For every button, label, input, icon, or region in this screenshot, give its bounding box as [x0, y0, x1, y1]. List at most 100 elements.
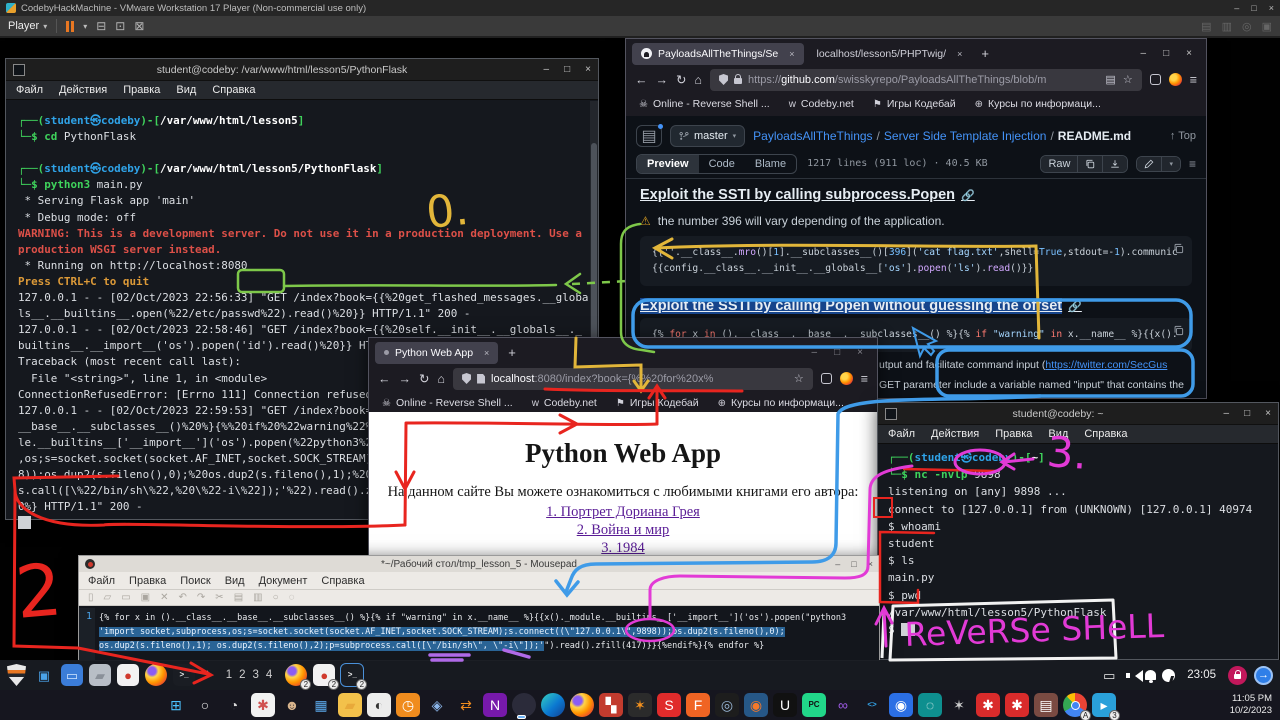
- home-icon[interactable]: ⌂: [694, 73, 702, 87]
- twitter-link[interactable]: https://twitter.com/SecGus: [1045, 359, 1167, 371]
- tab-preview[interactable]: Preview: [637, 155, 699, 173]
- gauge-app-icon[interactable]: ◔: [222, 693, 246, 717]
- hamburger-menu-icon[interactable]: ≡: [1190, 73, 1197, 87]
- scrollbar-thumb[interactable]: [591, 143, 597, 344]
- file-tree-toggle-button[interactable]: ▤: [636, 125, 662, 147]
- screen-lock-icon[interactable]: [1228, 666, 1247, 685]
- blender-icon[interactable]: ◉: [744, 693, 768, 717]
- search-icon[interactable]: ○: [193, 693, 217, 717]
- wc[interactable]: □: [834, 347, 840, 358]
- mp-tool-ic[interactable]: ▱: [104, 592, 112, 603]
- vm-tool-dim[interactable]: ▣: [1262, 20, 1272, 33]
- ws-num[interactable]: 4: [266, 669, 272, 681]
- chevron-up-icon[interactable]: ^: [202, 670, 213, 681]
- tab-python-web-app[interactable]: Python Web App ×: [375, 342, 498, 364]
- home-icon[interactable]: ⌂: [437, 372, 445, 386]
- vscode-icon[interactable]: <>: [860, 693, 884, 717]
- arrows-app-icon[interactable]: ⇄: [454, 693, 478, 717]
- mousepad-titlebar[interactable]: *~/Рабочий стол/tmp_lesson_5 - Mousepad …: [79, 556, 879, 572]
- menu-item[interactable]: Справка: [1084, 428, 1127, 440]
- kali-clock[interactable]: 23:05: [1182, 669, 1221, 681]
- menu-item[interactable]: Вид: [1048, 428, 1068, 440]
- chrome-icon[interactable]: [512, 693, 536, 717]
- menu-item[interactable]: Вид: [176, 84, 196, 96]
- wc[interactable]: □: [564, 64, 570, 75]
- bookmark-item[interactable]: wCodeby.net: [789, 98, 854, 110]
- asterisk-app-icon[interactable]: ✱: [251, 693, 275, 717]
- edit-pencil-icon[interactable]: [1137, 157, 1161, 171]
- mp-tool-ic[interactable]: ▤: [234, 592, 243, 603]
- terminal-output[interactable]: ┌──(student㉿codeby)-[~]└─$ nc -nvlp 9898…: [878, 444, 1278, 638]
- copy-code-icon[interactable]: [1173, 243, 1184, 257]
- wc[interactable]: □: [851, 559, 856, 569]
- hamburger-menu-icon[interactable]: ≡: [861, 372, 868, 386]
- section-heading-popen-offset[interactable]: Exploit the SSTI by calling Popen withou…: [640, 298, 1192, 314]
- wc[interactable]: ×: [868, 559, 873, 569]
- menu-item[interactable]: Правка: [129, 575, 166, 587]
- menu-item[interactable]: Справка: [321, 575, 364, 587]
- ws-num[interactable]: 1: [226, 669, 232, 681]
- display-tray-icon[interactable]: ▭: [1098, 664, 1120, 686]
- bookmark-item[interactable]: ⊕Курсы по информаци...: [975, 98, 1101, 110]
- visual-studio-icon[interactable]: ∞: [831, 693, 855, 717]
- anchor-link-icon[interactable]: 🔗: [1068, 300, 1082, 313]
- media-app-icon[interactable]: ▚: [599, 693, 623, 717]
- vm-wc[interactable]: □: [1251, 0, 1256, 16]
- download-icon[interactable]: [1102, 156, 1127, 172]
- mp-tool-ic[interactable]: ↶: [179, 592, 187, 603]
- copy-code-icon[interactable]: [1173, 325, 1184, 339]
- mp-tool-ic[interactable]: ↷: [197, 592, 205, 603]
- clock-app-icon[interactable]: ◷: [396, 693, 420, 717]
- terminal-window-netcat[interactable]: student@codeby: ~ –□× ФайлДействияПравка…: [877, 402, 1279, 660]
- reload-icon[interactable]: ↻: [676, 72, 686, 87]
- kali-menu-icon[interactable]: [7, 664, 26, 686]
- section-heading-subprocess-popen[interactable]: Exploit the SSTI by calling subprocess.P…: [640, 187, 1192, 203]
- forward-icon[interactable]: →: [656, 73, 669, 87]
- power-manager-icon[interactable]: [1162, 669, 1175, 682]
- menu-item[interactable]: Поиск: [180, 575, 210, 587]
- vm-wc[interactable]: ×: [1269, 0, 1274, 16]
- notifications-icon[interactable]: [1145, 670, 1156, 680]
- menu-item[interactable]: Файл: [16, 84, 43, 96]
- editor-text[interactable]: {% for x in ().__class__.__base__.__subc…: [95, 608, 879, 660]
- tracking-shield-icon[interactable]: [719, 74, 728, 85]
- anchor-link-icon[interactable]: 🔗: [961, 189, 975, 202]
- back-to-top-link[interactable]: ↑ Top: [1170, 130, 1196, 142]
- file-explorer-icon[interactable]: ▰: [338, 693, 362, 717]
- firefox-window-icon[interactable]: 2: [285, 664, 307, 686]
- firefox-account-icon[interactable]: [1169, 73, 1182, 86]
- tab-payloadsallthethings[interactable]: PayloadsAllTheThings/Se ×: [632, 43, 804, 65]
- terminal-launcher-icon[interactable]: >_: [173, 664, 195, 686]
- tab-code[interactable]: Code: [699, 155, 745, 173]
- firefox-icon[interactable]: [570, 693, 594, 717]
- menu-item[interactable]: Файл: [88, 575, 115, 587]
- code-block-subprocess[interactable]: {{''.__class__.mro()[1].__subclasses__()…: [640, 236, 1192, 286]
- back-icon[interactable]: ←: [378, 372, 391, 386]
- wc[interactable]: ×: [857, 347, 863, 358]
- updates-arrow-icon[interactable]: →: [1254, 666, 1273, 685]
- menu-item[interactable]: Действия: [931, 428, 979, 440]
- edit-dropdown-icon[interactable]: ▾: [1161, 157, 1180, 171]
- wc[interactable]: ×: [1186, 48, 1192, 59]
- onenote-icon[interactable]: N: [483, 693, 507, 717]
- bookmark-item[interactable]: ⚑Игры Кодебай: [873, 98, 956, 110]
- photos-app-icon[interactable]: ▤: [1034, 693, 1058, 717]
- vm-tool-dim[interactable]: ▤: [1201, 20, 1211, 33]
- new-tab-button[interactable]: +: [975, 46, 995, 61]
- close-tab-icon[interactable]: ×: [789, 49, 794, 59]
- url-bar[interactable]: https://github.com/swisskyrepo/PayloadsA…: [710, 69, 1142, 91]
- mp-tool-ic[interactable]: ▯: [88, 592, 94, 603]
- genie-app-icon[interactable]: ☻: [280, 693, 304, 717]
- lens-app-icon[interactable]: ◎: [715, 693, 739, 717]
- wc[interactable]: –: [1141, 48, 1147, 59]
- mp-tool-ic[interactable]: ✂: [215, 592, 223, 603]
- bookmark-item[interactable]: ⊕Курсы по информаци...: [718, 397, 844, 409]
- virtualbox-icon[interactable]: ◈: [425, 693, 449, 717]
- mp-tool-ic[interactable]: ▥: [253, 592, 262, 603]
- breadcrumb-dir-link[interactable]: Server Side Template Injection: [884, 129, 1047, 143]
- breadcrumb-repo-link[interactable]: PayloadsAllTheThings: [753, 129, 872, 143]
- extension-icon[interactable]: [821, 373, 832, 384]
- file-manager-icon[interactable]: ▰: [89, 664, 111, 686]
- close-tab-icon[interactable]: ×: [484, 348, 489, 358]
- new-tab-button[interactable]: +: [502, 345, 522, 360]
